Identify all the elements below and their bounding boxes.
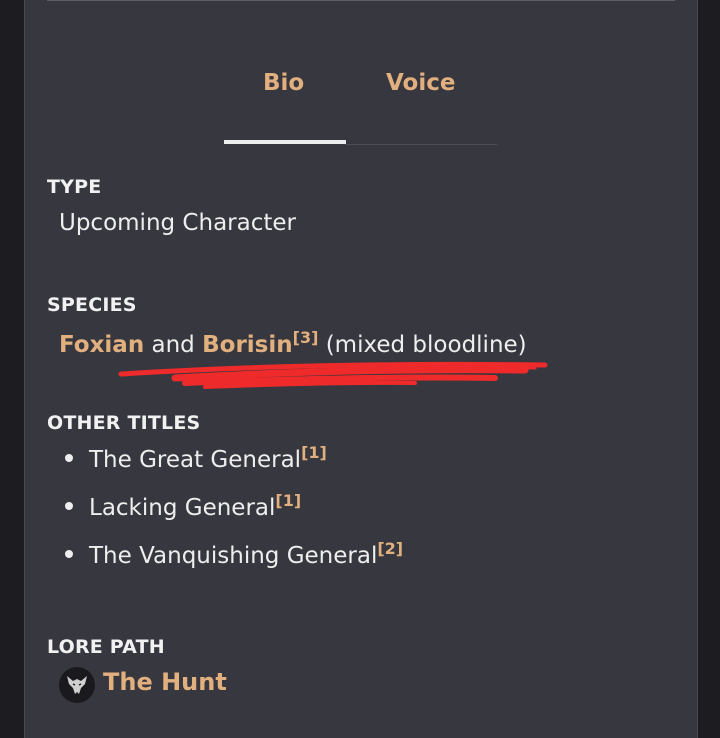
type-value: Upcoming Character	[59, 210, 296, 236]
species-value: Foxian and Borisin[3] (mixed bloodline)	[59, 328, 527, 358]
list-item: The Great General[1]	[65, 443, 327, 473]
species-label: SPECIES	[47, 294, 137, 316]
tab-bio[interactable]: Bio	[263, 70, 304, 96]
character-info-panel: Bio Voice TYPE Upcoming Character SPECIE…	[24, 0, 698, 738]
species-link-borisin[interactable]: Borisin	[202, 332, 293, 358]
tab-underline	[345, 144, 497, 145]
red-scribble-mark	[118, 361, 548, 389]
bullet-icon	[65, 502, 73, 510]
lore-path-label: LORE PATH	[47, 636, 165, 658]
title-citation[interactable]: [1]	[275, 491, 301, 510]
species-citation[interactable]: [3]	[293, 328, 319, 347]
title-citation[interactable]: [2]	[377, 539, 403, 558]
tab-active-indicator	[224, 140, 346, 144]
title-text: The Vanquishing General	[89, 543, 378, 569]
species-connector: and	[144, 332, 203, 358]
bullet-icon	[65, 550, 73, 558]
list-item: The Vanquishing General[2]	[65, 539, 403, 569]
title-citation[interactable]: [1]	[301, 443, 327, 462]
tab-voice[interactable]: Voice	[386, 70, 455, 96]
species-suffix: (mixed bloodline)	[318, 332, 527, 358]
top-divider	[47, 0, 675, 1]
title-text: The Great General	[89, 447, 302, 473]
other-titles-label: OTHER TITLES	[47, 412, 201, 434]
title-text: Lacking General	[89, 495, 276, 521]
wolf-head-icon	[59, 667, 95, 703]
bullet-icon	[65, 454, 73, 462]
lore-path-link[interactable]: The Hunt	[103, 668, 227, 696]
list-item: Lacking General[1]	[65, 491, 301, 521]
species-link-foxian[interactable]: Foxian	[59, 332, 144, 358]
type-label: TYPE	[47, 176, 102, 198]
